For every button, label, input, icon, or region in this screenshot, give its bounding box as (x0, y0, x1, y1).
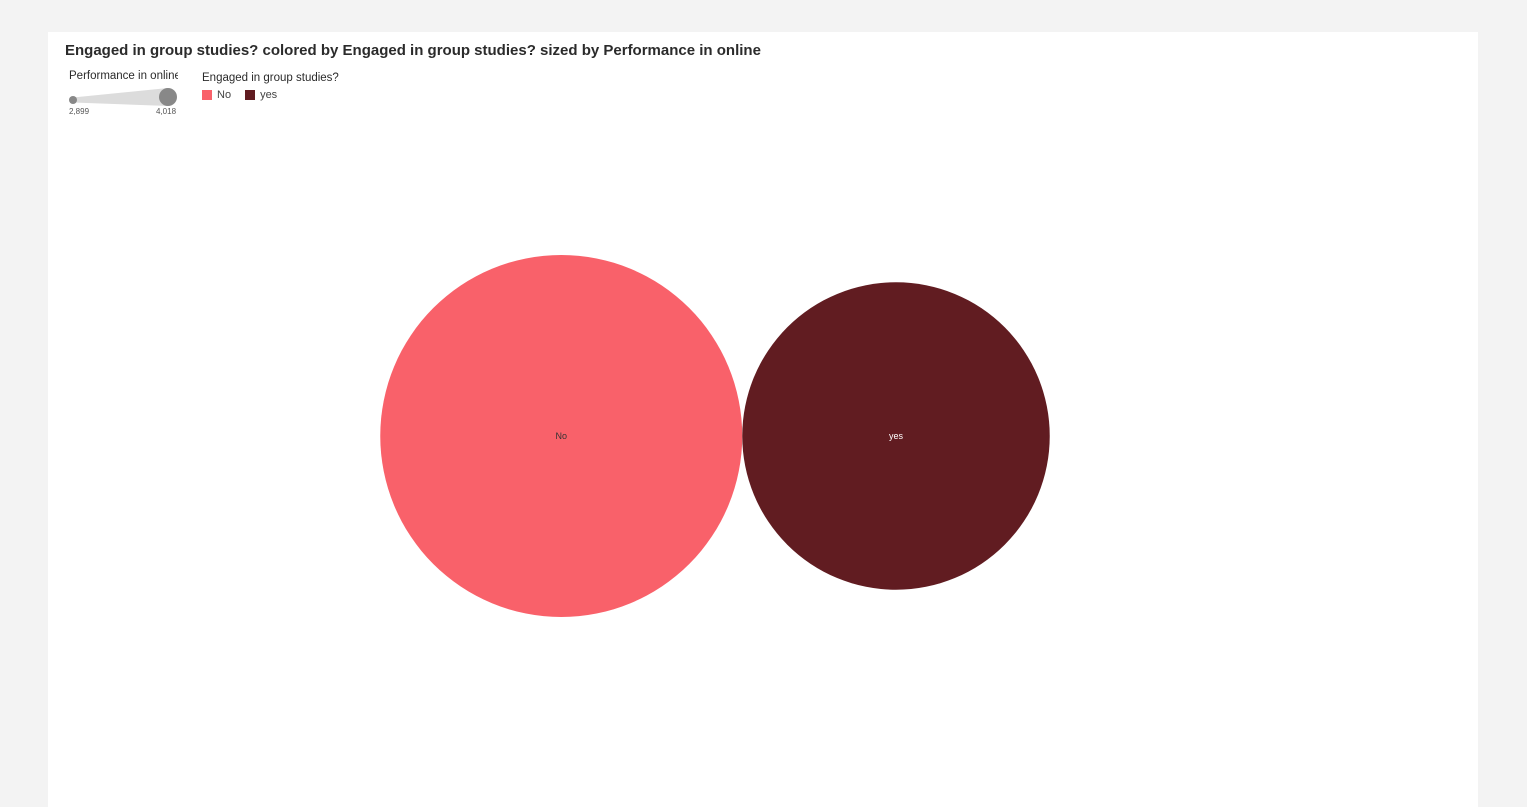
bubble-label-yes: yes (889, 431, 904, 441)
bubble-plot: No yes (380, 255, 1050, 617)
chart-card: Engaged in group studies? colored by Eng… (48, 32, 1478, 807)
bubble-label-no: No (555, 431, 567, 441)
